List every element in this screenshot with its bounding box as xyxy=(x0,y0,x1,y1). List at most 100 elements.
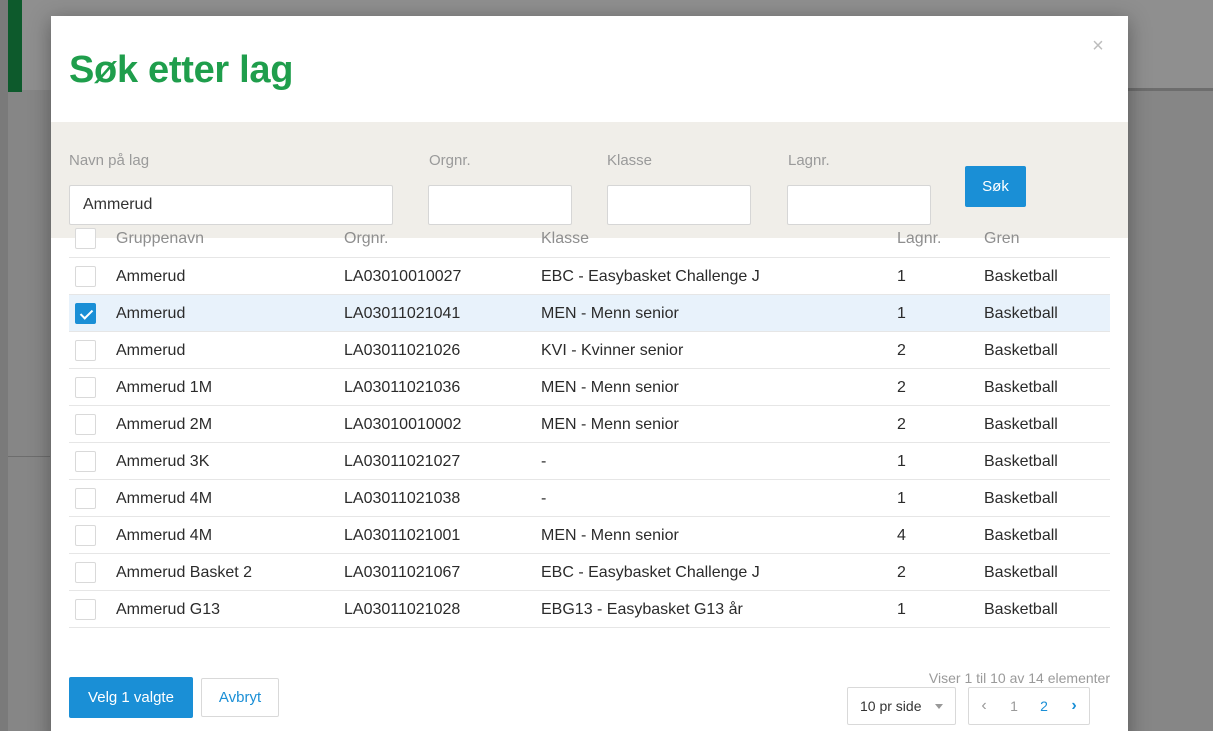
row-orgnr: LA03011021036 xyxy=(344,379,461,396)
row-checkbox[interactable] xyxy=(75,488,96,509)
row-gren: Basketball xyxy=(984,453,1058,470)
row-gruppenavn: Ammerud Basket 2 xyxy=(116,564,253,581)
row-orgnr: LA03011021028 xyxy=(344,601,461,618)
per-page-select[interactable]: 10 pr side xyxy=(847,687,956,725)
row-lagnr: 1 xyxy=(897,305,906,322)
klasse-input[interactable] xyxy=(607,185,751,225)
row-checkbox[interactable] xyxy=(75,414,96,435)
lagnr-label: Lagnr. xyxy=(788,152,830,169)
row-gren: Basketball xyxy=(984,268,1058,285)
backdrop-edge xyxy=(0,0,8,731)
row-lagnr: 2 xyxy=(897,564,906,581)
table-row[interactable]: Ammerud LA03010010027 EBC - Easybasket C… xyxy=(69,258,1110,295)
row-gruppenavn: Ammerud G13 xyxy=(116,601,221,618)
header-klasse[interactable]: Klasse xyxy=(541,220,589,257)
chevron-left-icon[interactable]: ‹ xyxy=(969,688,999,724)
orgnr-input[interactable] xyxy=(428,185,572,225)
close-icon[interactable]: × xyxy=(1088,36,1108,56)
row-lagnr: 2 xyxy=(897,342,906,359)
table-row[interactable]: Ammerud 3K LA03011021027 - 1 Basketball xyxy=(69,443,1110,480)
row-checkbox[interactable] xyxy=(75,340,96,361)
row-klasse: MEN - Menn senior xyxy=(541,416,679,433)
backdrop-divider xyxy=(1128,88,1213,91)
row-klasse: MEN - Menn senior xyxy=(541,305,679,322)
select-all-checkbox[interactable] xyxy=(75,228,96,249)
caret-down-icon xyxy=(935,704,943,709)
row-orgnr: LA03011021041 xyxy=(344,305,461,322)
table-row[interactable]: Ammerud 4M LA03011021038 - 1 Basketball xyxy=(69,480,1110,517)
row-gruppenavn: Ammerud 3K xyxy=(116,453,210,470)
table-row[interactable]: Ammerud Basket 2 LA03011021067 EBC - Eas… xyxy=(69,554,1110,591)
row-lagnr: 1 xyxy=(897,268,906,285)
row-klasse: EBC - Easybasket Challenge J xyxy=(541,564,760,581)
row-orgnr: LA03010010002 xyxy=(344,416,462,433)
modal-title: Søk etter lag xyxy=(69,49,294,91)
backdrop-green-accent xyxy=(8,0,22,92)
page-1-button[interactable]: 1 xyxy=(999,688,1029,724)
header-orgnr[interactable]: Orgnr. xyxy=(344,220,388,257)
row-orgnr: LA03010010027 xyxy=(344,268,462,285)
table-row[interactable]: Ammerud 1M LA03011021036 MEN - Menn seni… xyxy=(69,369,1110,406)
row-orgnr: LA03011021027 xyxy=(344,453,461,470)
row-klasse: - xyxy=(541,453,547,470)
row-gren: Basketball xyxy=(984,379,1058,396)
row-lagnr: 1 xyxy=(897,453,906,470)
klasse-label: Klasse xyxy=(607,152,653,169)
row-lagnr: 1 xyxy=(897,490,906,507)
row-orgnr: LA03011021067 xyxy=(344,564,461,581)
row-lagnr: 2 xyxy=(897,379,906,396)
table-row[interactable]: Ammerud 4M LA03011021001 MEN - Menn seni… xyxy=(69,517,1110,554)
row-klasse: KVI - Kvinner senior xyxy=(541,342,684,359)
row-lagnr: 1 xyxy=(897,601,906,618)
row-checkbox[interactable] xyxy=(75,599,96,620)
row-orgnr: LA03011021038 xyxy=(344,490,461,507)
results-table: Gruppenavn Orgnr. Klasse Lagnr. Gren Amm… xyxy=(69,220,1110,628)
row-checkbox[interactable] xyxy=(75,377,96,398)
row-checkbox[interactable] xyxy=(75,525,96,546)
row-klasse: EBC - Easybasket Challenge J xyxy=(541,268,760,285)
select-chosen-button[interactable]: Velg 1 valgte xyxy=(69,677,193,718)
row-checkbox-checked[interactable] xyxy=(75,303,96,324)
backdrop-divider xyxy=(8,456,50,457)
row-gruppenavn: Ammerud xyxy=(116,342,186,359)
row-checkbox[interactable] xyxy=(75,562,96,583)
row-gruppenavn: Ammerud 2M xyxy=(116,416,213,433)
row-lagnr: 4 xyxy=(897,527,906,544)
per-page-value: 10 pr side xyxy=(860,698,922,714)
header-lagnr[interactable]: Lagnr. xyxy=(897,220,941,257)
page-2-button[interactable]: 2 xyxy=(1029,688,1059,724)
row-gren: Basketball xyxy=(984,342,1058,359)
row-checkbox[interactable] xyxy=(75,451,96,472)
search-team-modal: Søk etter lag × Navn på lag Orgnr. Klass… xyxy=(51,16,1128,731)
paging-info: Viser 1 til 10 av 14 elementer xyxy=(928,670,1110,686)
row-klasse: - xyxy=(541,490,547,507)
chevron-right-icon[interactable]: › xyxy=(1059,688,1089,724)
team-name-input[interactable] xyxy=(69,185,393,225)
orgnr-label: Orgnr. xyxy=(429,152,471,169)
table-row[interactable]: Ammerud 2M LA03010010002 MEN - Menn seni… xyxy=(69,406,1110,443)
table-row[interactable]: Ammerud LA03011021026 KVI - Kvinner seni… xyxy=(69,332,1110,369)
cancel-button[interactable]: Avbryt xyxy=(201,678,279,717)
table-row-selected[interactable]: Ammerud LA03011021041 MEN - Menn senior … xyxy=(69,295,1110,332)
row-gren: Basketball xyxy=(984,527,1058,544)
header-gruppenavn[interactable]: Gruppenavn xyxy=(116,220,204,257)
row-gren: Basketball xyxy=(984,305,1058,322)
team-name-label: Navn på lag xyxy=(69,152,150,169)
row-lagnr: 2 xyxy=(897,416,906,433)
table-row[interactable]: Ammerud G13 LA03011021028 EBG13 - Easyba… xyxy=(69,591,1110,628)
search-button[interactable]: Søk xyxy=(965,166,1026,207)
pagination: ‹ 1 2 › xyxy=(968,687,1090,725)
row-klasse: EBG13 - Easybasket G13 år xyxy=(541,601,743,618)
row-klasse: MEN - Menn senior xyxy=(541,379,679,396)
row-klasse: MEN - Menn senior xyxy=(541,527,679,544)
lagnr-input[interactable] xyxy=(787,185,931,225)
row-gren: Basketball xyxy=(984,564,1058,581)
row-gruppenavn: Ammerud 4M xyxy=(116,490,213,507)
row-gren: Basketball xyxy=(984,490,1058,507)
row-orgnr: LA03011021001 xyxy=(344,527,461,544)
row-gruppenavn: Ammerud xyxy=(116,305,186,322)
row-gren: Basketball xyxy=(984,416,1058,433)
row-checkbox[interactable] xyxy=(75,266,96,287)
header-gren[interactable]: Gren xyxy=(984,220,1020,257)
row-gruppenavn: Ammerud 1M xyxy=(116,379,213,396)
